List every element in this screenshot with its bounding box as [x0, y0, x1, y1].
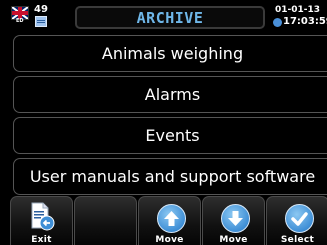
menu-item-label: Events [145, 126, 200, 145]
document-icon [35, 16, 47, 27]
menu-item-user-manuals[interactable]: User manuals and support software [13, 158, 327, 195]
date-display: 01-01-13 [275, 5, 321, 15]
move-up-button[interactable]: Move [138, 196, 201, 245]
archive-menu: Animals weighing Alarms Events User manu… [13, 35, 327, 199]
page-title-box: ARCHIVE [75, 6, 265, 29]
arrow-up-icon [157, 204, 186, 233]
move-down-label: Move [219, 235, 248, 245]
select-button-label: Select [280, 235, 315, 245]
menu-item-animals-weighing[interactable]: Animals weighing [13, 35, 327, 72]
menu-item-label: Animals weighing [101, 44, 244, 63]
menu-item-label: Alarms [144, 85, 201, 104]
empty-button[interactable] [74, 196, 137, 245]
move-up-label: Move [155, 235, 184, 245]
exit-icon [31, 202, 55, 231]
menu-item-alarms[interactable]: Alarms [13, 76, 327, 113]
checkmark-icon [285, 204, 314, 233]
page-title: ARCHIVE [136, 8, 204, 27]
move-down-button[interactable]: Move [202, 196, 265, 245]
language-code: ED [16, 18, 24, 24]
time-display: 17:03:59 [283, 16, 327, 27]
counter-value: 49 [34, 4, 48, 15]
exit-button[interactable]: Exit [10, 196, 73, 245]
select-button[interactable]: Select [266, 196, 327, 245]
exit-button-label: Exit [31, 235, 52, 245]
sync-icon [273, 18, 282, 27]
status-bar: ED 49 ARCHIVE 01-01-13 17:03:59 [0, 0, 327, 32]
bottom-toolbar: Exit Move Move Select [10, 196, 327, 245]
menu-item-events[interactable]: Events [13, 117, 327, 154]
menu-item-label: User manuals and support software [29, 167, 316, 186]
arrow-down-icon [221, 204, 250, 233]
